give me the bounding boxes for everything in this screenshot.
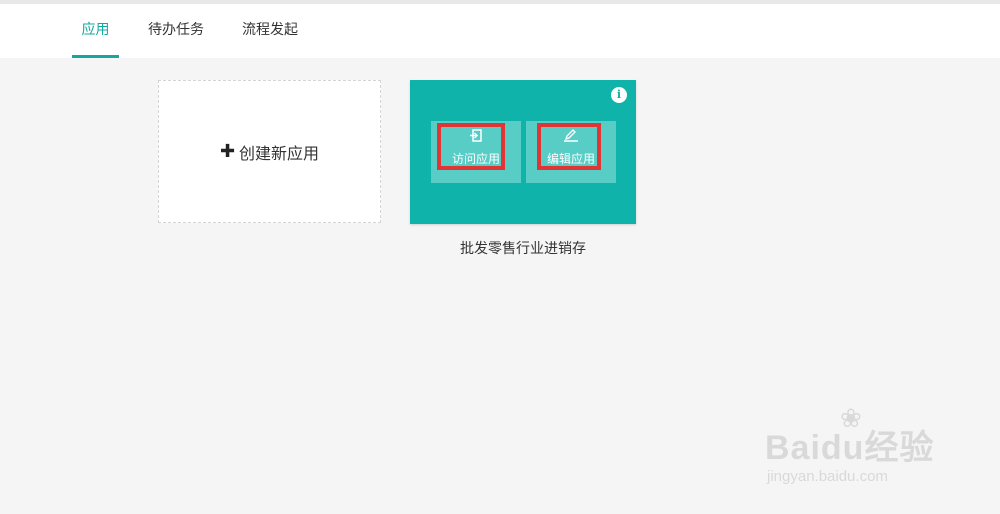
plus-icon: ✚ bbox=[219, 141, 236, 162]
highlight-box bbox=[437, 123, 505, 170]
visit-app-button[interactable]: 访问应用 bbox=[431, 121, 521, 183]
tab-apps[interactable]: 应用 bbox=[72, 4, 119, 58]
create-new-app-label: 创建新应用 bbox=[239, 143, 320, 163]
create-new-app-card[interactable]: ✚ 创建新应用 bbox=[158, 80, 381, 223]
info-icon[interactable]: i bbox=[611, 87, 627, 103]
tab-bar: 应用 待办任务 流程发起 bbox=[0, 4, 1000, 58]
app-name: 批发零售行业进销存 bbox=[460, 241, 586, 257]
edit-app-button[interactable]: 编辑应用 bbox=[526, 121, 616, 183]
app-card[interactable]: i 访问应用 编辑应用 bbox=[410, 80, 636, 224]
tab-todo-tasks[interactable]: 待办任务 bbox=[146, 4, 206, 58]
highlight-box bbox=[537, 123, 601, 170]
tab-start-process[interactable]: 流程发起 bbox=[240, 4, 300, 58]
watermark-brand: Baidu经验 bbox=[765, 429, 935, 467]
watermark-url: jingyan.baidu.com bbox=[767, 468, 888, 485]
baidu-watermark: ❀ Baidu经验 jingyan.baidu.com bbox=[765, 404, 965, 500]
